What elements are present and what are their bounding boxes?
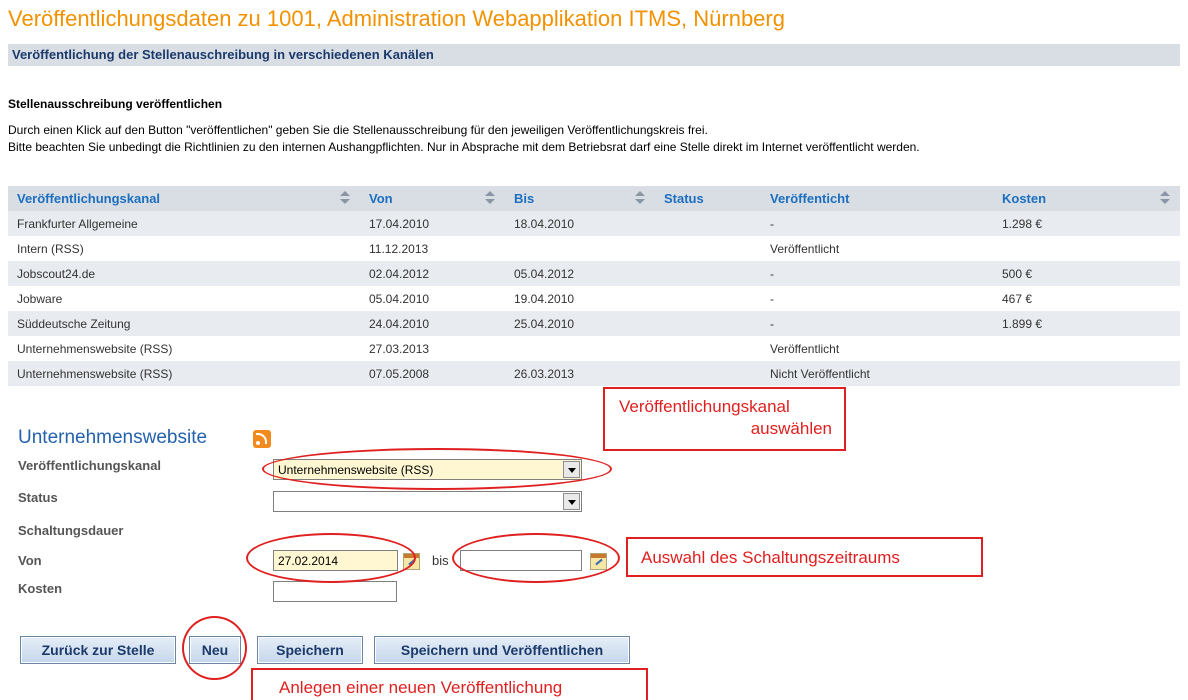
sort-icon[interactable] bbox=[635, 191, 645, 205]
rss-icon[interactable] bbox=[253, 430, 271, 448]
cell-cost: 500 € bbox=[993, 261, 1180, 286]
cost-input[interactable] bbox=[273, 581, 397, 602]
annotation-channel-callout: Veröffentlichungskanal auswählen bbox=[603, 387, 846, 451]
cell-from: 05.04.2010 bbox=[360, 286, 505, 311]
cell-channel: Jobware bbox=[8, 286, 360, 311]
sort-icon[interactable] bbox=[485, 191, 495, 205]
table-row[interactable]: Unternehmenswebsite (RSS) 27.03.2013 Veröf… bbox=[8, 336, 1180, 361]
cell-from: 27.03.2013 bbox=[360, 336, 505, 361]
cell-channel: Jobscout24.de bbox=[8, 261, 360, 286]
highlight-ellipse-to-date bbox=[452, 533, 620, 583]
cell-cost: 467 € bbox=[993, 286, 1180, 311]
cell-status bbox=[655, 336, 761, 361]
cell-channel: Unternehmenswebsite (RSS) bbox=[8, 361, 360, 386]
subtitle-bar: Veröffentlichung der Stellenauschreibung… bbox=[8, 44, 1180, 66]
annotation-channel-line-2: auswählen bbox=[750, 419, 832, 438]
cell-channel: Süddeutsche Zeitung bbox=[8, 311, 360, 336]
chevron-down-icon[interactable] bbox=[563, 493, 580, 510]
cell-published: Nicht Veröffentlicht bbox=[761, 361, 993, 386]
sort-icon[interactable] bbox=[1160, 191, 1170, 205]
cell-from: 17.04.2010 bbox=[360, 211, 505, 236]
table-row[interactable]: Unternehmenswebsite (RSS) 07.05.2008 26.03… bbox=[8, 361, 1180, 386]
cell-published: - bbox=[761, 311, 993, 336]
status-label: Status bbox=[18, 490, 58, 505]
cell-to bbox=[505, 336, 655, 361]
column-header-to[interactable]: Bis bbox=[505, 186, 655, 211]
back-to-job-button[interactable]: Zurück zur Stelle bbox=[20, 636, 176, 664]
annotation-new-callout: Anlegen einer neuen Veröffentlichung bbox=[251, 668, 648, 700]
table-row[interactable]: Jobware 05.04.2010 19.04.2010 -467 € bbox=[8, 286, 1180, 311]
duration-label: Schaltungsdauer bbox=[18, 523, 124, 538]
table-row[interactable]: Süddeutsche Zeitung 24.04.2010 25.04.2010 -… bbox=[8, 311, 1180, 336]
cell-to: 05.04.2012 bbox=[505, 261, 655, 286]
cell-from: 02.04.2012 bbox=[360, 261, 505, 286]
cell-status bbox=[655, 286, 761, 311]
channel-label: Veröffentlichungskanal bbox=[18, 458, 162, 473]
intro-text-line-1: Durch einen Klick auf den Button "veröff… bbox=[8, 123, 708, 137]
save-and-publish-button[interactable]: Speichern und Veröffentlichen bbox=[374, 636, 630, 664]
cell-channel: Unternehmenswebsite (RSS) bbox=[8, 336, 360, 361]
cell-cost: 1.298 € bbox=[993, 211, 1180, 236]
cell-to: 18.04.2010 bbox=[505, 211, 655, 236]
cell-status bbox=[655, 261, 761, 286]
column-header-cost[interactable]: Kosten bbox=[993, 186, 1180, 211]
cell-cost bbox=[993, 361, 1180, 386]
cell-channel: Intern (RSS) bbox=[8, 236, 360, 261]
status-select[interactable] bbox=[273, 491, 582, 512]
save-button[interactable]: Speichern bbox=[257, 636, 363, 664]
cell-status bbox=[655, 211, 761, 236]
publication-table: Veröffentlichungskanal Von Bis Status Ve… bbox=[8, 186, 1180, 386]
cell-published: Veröffentlicht bbox=[761, 336, 993, 361]
column-header-channel[interactable]: Veröffentlichungskanal bbox=[8, 186, 360, 211]
cell-from: 24.04.2010 bbox=[360, 311, 505, 336]
cell-to: 26.03.2013 bbox=[505, 361, 655, 386]
cell-cost: 1.899 € bbox=[993, 311, 1180, 336]
section-heading: Stellenausschreibung veröffentlichen bbox=[8, 97, 223, 111]
cell-channel: Frankfurter Allgemeine bbox=[8, 211, 360, 236]
column-header-from[interactable]: Von bbox=[360, 186, 505, 211]
table-row[interactable]: Frankfurter Allgemeine 17.04.2010 18.04.20… bbox=[8, 211, 1180, 236]
page-title: Veröffentlichungsdaten zu 1001, Administ… bbox=[8, 6, 785, 31]
form-title: Unternehmenswebsite bbox=[18, 427, 208, 448]
highlight-ellipse-channel bbox=[262, 448, 612, 490]
cell-cost bbox=[993, 336, 1180, 361]
highlight-ellipse-from-date bbox=[246, 533, 416, 583]
column-header-status: Status bbox=[655, 186, 761, 211]
cell-from: 07.05.2008 bbox=[360, 361, 505, 386]
to-label: bis bbox=[432, 553, 449, 568]
sort-icon[interactable] bbox=[340, 191, 350, 205]
cell-published: Veröffentlicht bbox=[761, 236, 993, 261]
cell-published: - bbox=[761, 286, 993, 311]
cell-status bbox=[655, 361, 761, 386]
page-subtitle: Veröffentlichung der Stellenauschreibung… bbox=[12, 47, 434, 62]
highlight-ellipse-new-button bbox=[182, 616, 247, 680]
cell-from: 11.12.2013 bbox=[360, 236, 505, 261]
annotation-period-callout: Auswahl des Schaltungszeitraums bbox=[626, 537, 983, 577]
column-header-published: Veröffenticht bbox=[761, 186, 993, 211]
cell-status bbox=[655, 236, 761, 261]
annotation-channel-line-1: Veröffentlichungskanal bbox=[619, 397, 790, 416]
cell-status bbox=[655, 311, 761, 336]
cell-cost bbox=[993, 236, 1180, 261]
from-label: Von bbox=[18, 553, 42, 568]
table-header-row: Veröffentlichungskanal Von Bis Status Ve… bbox=[8, 186, 1180, 211]
cell-published: - bbox=[761, 261, 993, 286]
cell-published: - bbox=[761, 211, 993, 236]
cost-label: Kosten bbox=[18, 581, 63, 596]
intro-text-line-2: Bitte beachten Sie unbedingt die Richtli… bbox=[8, 140, 920, 154]
cell-to: 25.04.2010 bbox=[505, 311, 655, 336]
table-row[interactable]: Intern (RSS) 11.12.2013 Veröffentlicht bbox=[8, 236, 1180, 261]
table-row[interactable]: Jobscout24.de 02.04.2012 05.04.2012 -500 € bbox=[8, 261, 1180, 286]
cell-to: 19.04.2010 bbox=[505, 286, 655, 311]
cell-to bbox=[505, 236, 655, 261]
